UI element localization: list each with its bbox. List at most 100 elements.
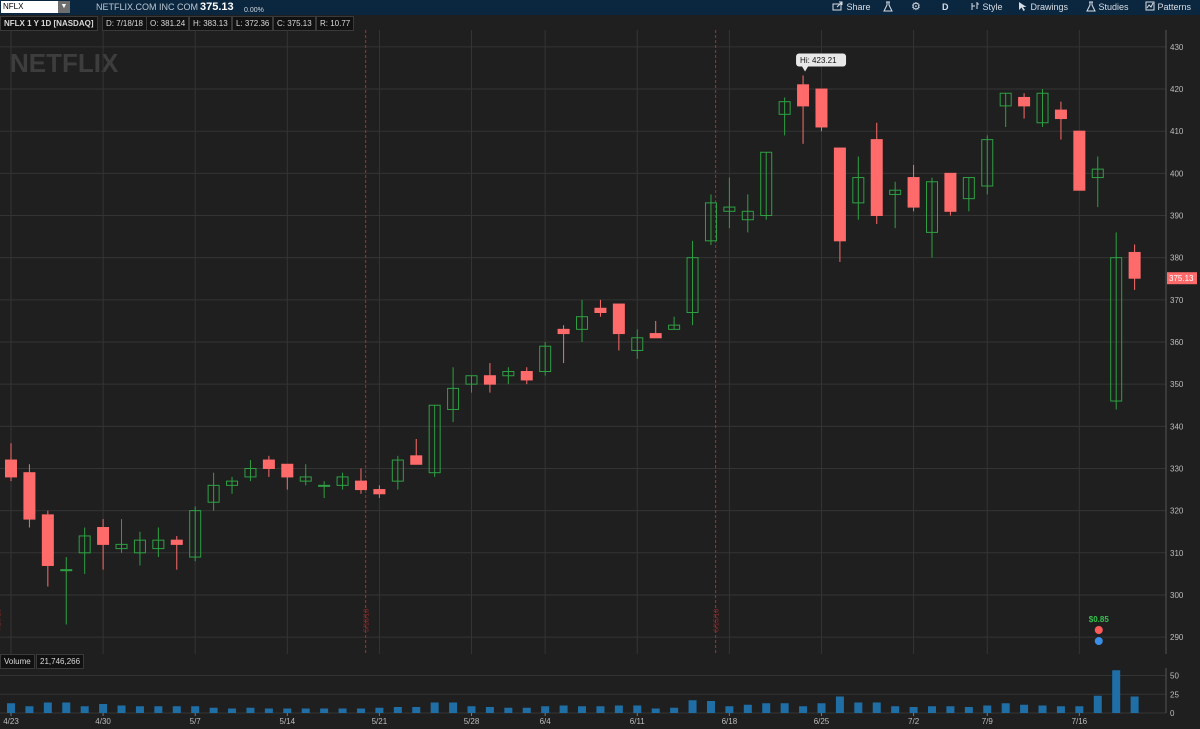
cursor-icon xyxy=(1019,2,1027,11)
candle-body xyxy=(649,333,662,339)
volume-bar xyxy=(135,706,144,713)
last-price: 375.13 xyxy=(200,1,234,13)
volume-bar xyxy=(651,708,660,713)
date-axis: 4/23 4/30 5/7 5/14 5/21 5/28 6/4 6/11 6/18 6/25 7/… xyxy=(3,713,1088,726)
bar-date: D: 7/18/18 xyxy=(102,16,147,31)
volume-bar xyxy=(412,707,421,713)
volume-bar xyxy=(559,705,568,713)
drawings-button[interactable]: Drawings xyxy=(1018,0,1068,15)
volume-bar xyxy=(449,702,458,713)
candle-body xyxy=(262,459,275,469)
candle-body xyxy=(5,459,17,478)
candle xyxy=(1073,130,1086,191)
volume-bar xyxy=(7,703,15,713)
candle xyxy=(60,557,73,625)
date-tick-label: 5/21 xyxy=(372,717,388,726)
month-divider-label: 6/15/18 xyxy=(714,609,721,632)
volume-bar xyxy=(154,706,163,713)
candle xyxy=(944,172,957,216)
period-button[interactable]: D xyxy=(942,0,949,15)
candle xyxy=(520,367,533,385)
candle xyxy=(539,342,552,376)
date-tick-label: 5/7 xyxy=(190,717,202,726)
candle-body xyxy=(1054,109,1067,120)
candle xyxy=(226,476,239,494)
volume-bar xyxy=(485,707,494,713)
top-toolbar: NFLX ▼ NETFLIX.COM INC COM 375.13 0.00% … xyxy=(0,0,1200,15)
candle xyxy=(373,485,386,498)
candle-body xyxy=(797,84,810,107)
patterns-label: Patterns xyxy=(1157,2,1192,12)
share-button[interactable]: Share xyxy=(832,0,871,15)
date-tick-label: 4/23 xyxy=(3,717,19,726)
candle xyxy=(299,464,312,486)
candle xyxy=(78,527,91,574)
volume-bar xyxy=(946,706,955,713)
candle xyxy=(262,455,275,477)
bar-low: L: 372.36 xyxy=(232,16,274,31)
candle xyxy=(1091,156,1104,208)
candle-body xyxy=(373,489,386,495)
y-tick-label: 330 xyxy=(1170,464,1184,473)
date-tick-label: 6/11 xyxy=(630,717,646,726)
candle xyxy=(981,135,994,195)
candle xyxy=(1110,232,1123,410)
date-tick-label: 6/18 xyxy=(722,717,738,726)
style-icon xyxy=(971,2,979,10)
candle xyxy=(815,88,828,132)
candle xyxy=(686,240,699,326)
symbol-dropdown-button[interactable]: ▼ xyxy=(58,1,70,13)
studies-button[interactable]: Studies xyxy=(1086,0,1129,15)
candle-body xyxy=(281,463,294,478)
volume-pane[interactable]: 0 25 50 4/23 4/30 5/7 5/14 5/21 5/28 6/4 6/11 6/18… xyxy=(0,668,1200,729)
volume-bar xyxy=(1001,703,1010,713)
date-tick-label: 7/2 xyxy=(908,717,920,726)
date-tick-label: 4/30 xyxy=(95,717,111,726)
candle xyxy=(833,147,846,262)
candle xyxy=(318,481,331,498)
volume-bar xyxy=(578,706,587,713)
volume-bar xyxy=(762,703,771,713)
candle xyxy=(668,316,681,330)
y-tick-label: 320 xyxy=(1170,507,1184,516)
volume-tick-label: 0 xyxy=(1170,709,1175,718)
company-name: NETFLIX.COM INC COM xyxy=(96,2,199,12)
high-callout-pointer xyxy=(802,66,809,72)
earnings-icon xyxy=(1093,625,1104,635)
volume-bar xyxy=(799,706,808,713)
candle xyxy=(281,463,294,490)
volume-bar xyxy=(25,706,34,713)
style-button[interactable]: Style xyxy=(970,0,1003,15)
y-tick-label: 310 xyxy=(1170,549,1184,558)
price-chart[interactable]: NETFLIX 4/20/18 5/18/18 6/15/18 2903003103… xyxy=(0,30,1200,654)
date-tick-label: 6/4 xyxy=(540,717,552,726)
patterns-button[interactable]: Patterns xyxy=(1145,0,1191,15)
date-tick-label: 6/25 xyxy=(814,717,830,726)
y-tick-label: 370 xyxy=(1170,296,1184,305)
candle xyxy=(907,164,920,212)
settings-button[interactable]: ⚙ xyxy=(911,0,921,15)
candle xyxy=(889,181,902,229)
candle xyxy=(649,320,662,339)
candle-body xyxy=(594,307,607,313)
candle xyxy=(23,464,36,528)
volume-label: Volume xyxy=(0,654,35,669)
y-tick-label: 360 xyxy=(1170,338,1184,347)
bar-close: C: 375.13 xyxy=(273,16,316,31)
candle xyxy=(1054,101,1067,140)
candle-body xyxy=(1128,251,1141,279)
volume-axis: 0 25 50 xyxy=(1170,672,1179,719)
price-axis: 290 300 310 320 330 340 350 360 370 380 390 400 410 4… xyxy=(1170,43,1184,642)
candle-body xyxy=(60,569,73,572)
candle xyxy=(244,460,257,482)
volume-bar xyxy=(983,705,992,713)
y-tick-label: 290 xyxy=(1170,633,1184,642)
candle xyxy=(926,177,938,258)
chart-title: NFLX 1 Y 1D [NASDAQ] xyxy=(0,16,98,31)
volume-bar xyxy=(375,707,384,713)
month-divider-label: 5/18/18 xyxy=(364,609,371,632)
volume-bar xyxy=(228,708,237,713)
y-tick-label: 350 xyxy=(1170,380,1184,389)
flask-button[interactable] xyxy=(883,0,893,15)
studies-label: Studies xyxy=(1098,2,1129,12)
